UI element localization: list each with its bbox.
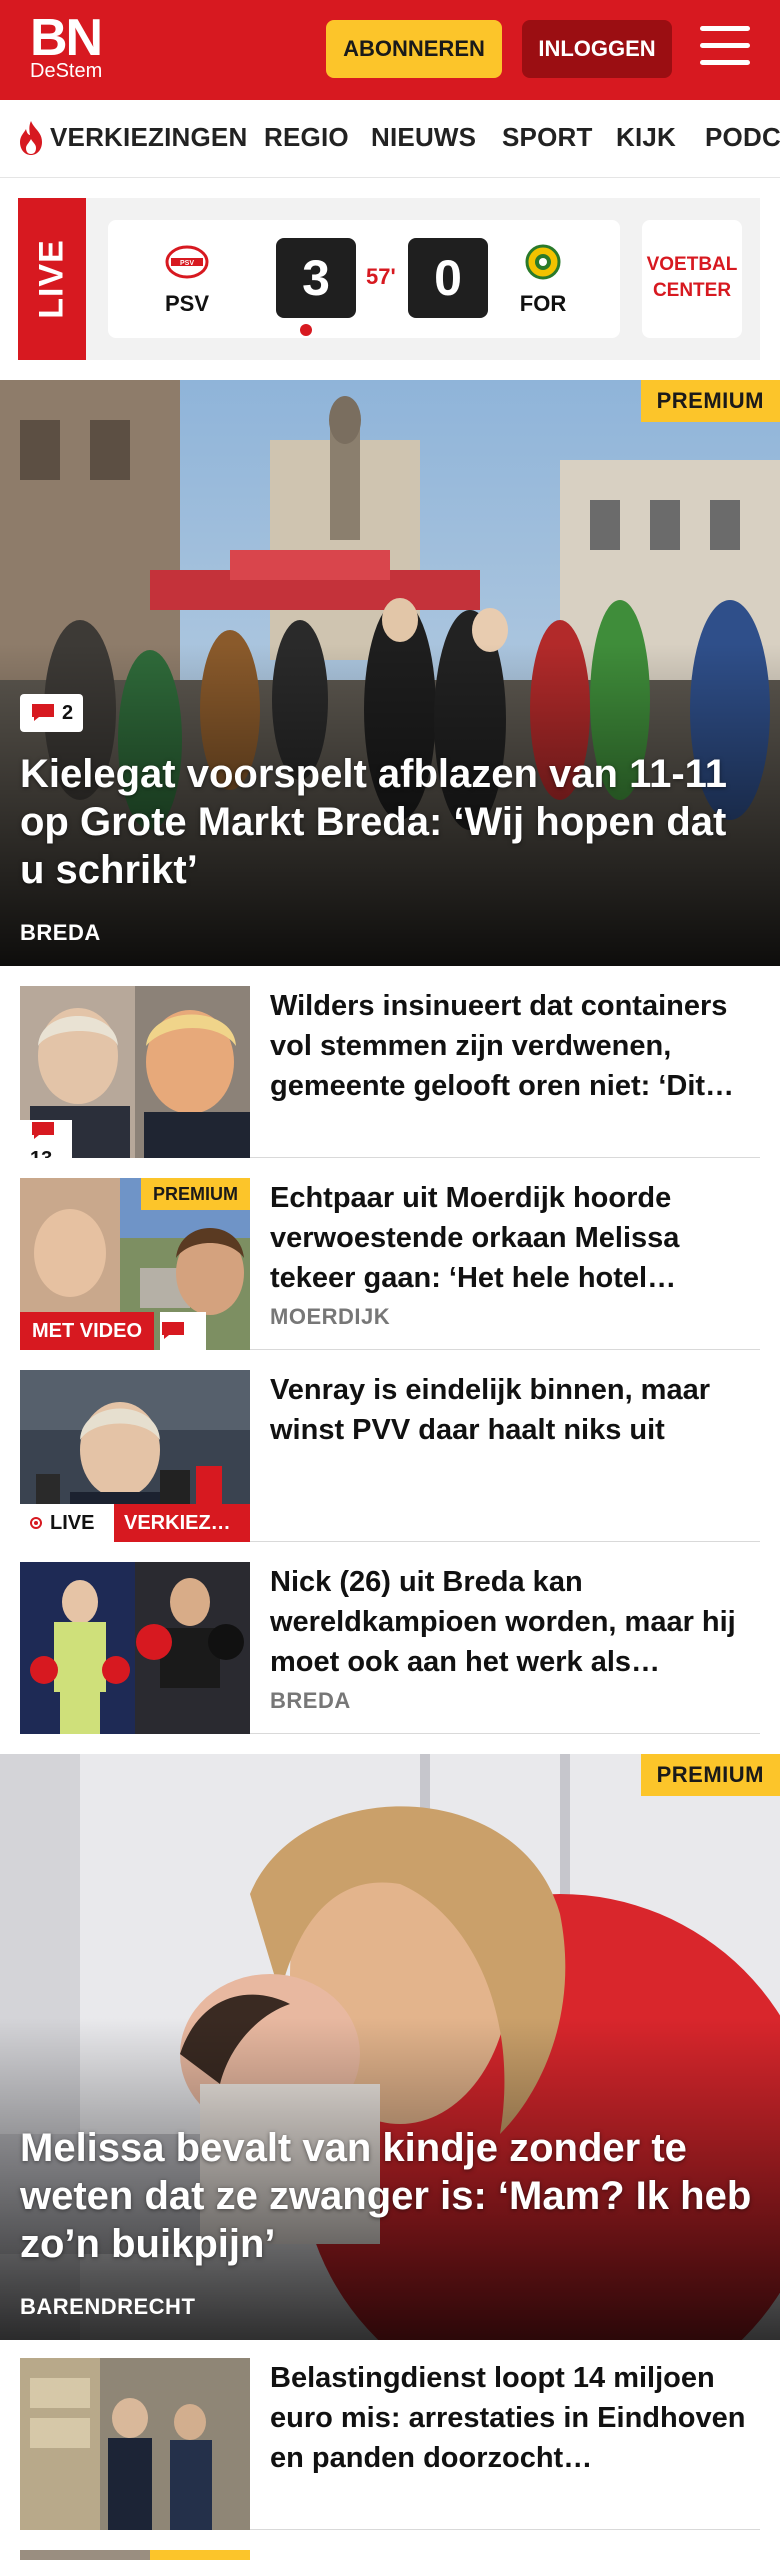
logo-sub: DeStem [30, 60, 103, 82]
comment-bubble-icon [32, 704, 54, 721]
article-thumbnail [20, 1562, 250, 1734]
nav-item-nieuws[interactable]: NIEUWS [371, 122, 476, 153]
login-button[interactable]: INLOGGEN [522, 20, 672, 78]
voetbal-center-link[interactable]: VOETBAL CENTER [642, 220, 742, 338]
article-category: BREDA [270, 1688, 351, 1713]
article-thumbnail: LIVE VERKIEZ… [20, 1370, 250, 1542]
score-card[interactable]: PSV PSV 3 57' 0 FOR [108, 220, 620, 338]
premium-badge: PREMIUM [141, 1178, 250, 1210]
hero-article[interactable]: PREMIUM Melissa bevalt van kindje zonder… [0, 1754, 780, 2340]
video-tag: MET VIDEO [20, 1312, 155, 1350]
live-indicator-dot [300, 324, 312, 336]
comment-count[interactable]: 2 [20, 694, 84, 732]
main-nav: VERKIEZINGEN REGIO NIEUWS SPORT KIJK POD… [0, 100, 780, 178]
article-thumbnail [20, 2550, 250, 2560]
live-dot-icon [30, 1517, 42, 1529]
hero-article[interactable]: PREMIUM 2 Kielegat voorspelt afblazen va… [0, 380, 780, 966]
list-item[interactable]: PREMIUM MET VIDEO Echtpaar uit Moerdijk … [20, 1178, 760, 1350]
comment-bubble-icon [162, 1322, 184, 1339]
match-minute: 57' [366, 264, 396, 289]
svg-text:PSV: PSV [180, 260, 194, 267]
comment-count[interactable]: 13 [20, 1120, 72, 1158]
fortuna-crest-icon [525, 244, 561, 280]
psv-crest-icon: PSV [165, 245, 209, 279]
site-logo[interactable]: BN DeStem [30, 9, 103, 82]
list-item[interactable]: Nick (26) uit Breda kan wereldkampioen w… [20, 1562, 760, 1734]
hero-category: BARENDRECHT [20, 2294, 196, 2319]
article-category: MOERDIJK [270, 1304, 391, 1329]
away-score: 0 [408, 238, 488, 318]
flame-icon [20, 121, 42, 155]
live-score-widget: LIVE PSV PSV 3 57' 0 FOR VOETBAL CENTER [18, 198, 760, 360]
logo-main: BN [30, 9, 103, 67]
hero-title[interactable]: Kielegat voorspelt afblazen van 11-11 op… [20, 750, 760, 894]
nav-item-podcasts[interactable]: PODC [705, 122, 780, 153]
list-item[interactable]: Belastingdienst loopt 14 miljoen euro mi… [20, 2358, 760, 2530]
hamburger-menu-icon[interactable] [700, 26, 752, 70]
comment-bubble-icon [32, 1122, 54, 1139]
nav-item-sport[interactable]: SPORT [502, 122, 593, 153]
list-item[interactable]: LIVE VERKIEZ… Venray is eindelijk binnen… [20, 1370, 760, 1542]
live-label-text: LIVE [50, 1512, 95, 1534]
article-title[interactable]: Echtpaar uit Moerdijk hoorde verwoestend… [270, 1178, 760, 1304]
article-thumbnail: PREMIUM MET VIDEO [20, 1178, 250, 1350]
article-thumbnail: 13 [20, 986, 250, 1158]
article-title[interactable]: Venray is eindelijk binnen, maar winst P… [270, 1370, 760, 1496]
article-thumbnail [20, 2358, 250, 2530]
home-team: PSV PSV [152, 244, 222, 317]
away-team: FOR [508, 244, 578, 317]
live-label: LIVE [20, 1504, 114, 1542]
comment-count[interactable] [160, 1312, 206, 1350]
home-team-abbr: PSV [164, 291, 210, 316]
nav-item-regio[interactable]: REGIO [264, 122, 349, 153]
nav-item-kijk[interactable]: KIJK [616, 122, 676, 153]
premium-badge: PREMIUM [640, 1754, 780, 1796]
article-title[interactable]: Wilders insinueert dat containers vol st… [270, 986, 760, 1112]
article-title[interactable]: Nick (26) uit Breda kan wereldkampioen w… [270, 1562, 760, 1688]
hero-title[interactable]: Melissa bevalt van kindje zonder te wete… [20, 2124, 760, 2268]
comment-count-value: 13 [30, 1148, 52, 1158]
nav-item-verkiezingen[interactable]: VERKIEZINGEN [50, 122, 247, 153]
home-score: 3 [276, 238, 356, 318]
site-header: BN DeStem ABONNEREN INLOGGEN [0, 0, 780, 100]
away-team-abbr: FOR [519, 291, 567, 316]
list-item[interactable]: 13 Wilders insinueert dat containers vol… [20, 986, 760, 1158]
article-title[interactable]: Belastingdienst loopt 14 miljoen euro mi… [270, 2358, 760, 2484]
list-item[interactable] [20, 2550, 760, 2560]
live-tag: LIVE [18, 198, 86, 360]
comment-count-value: 2 [62, 702, 74, 724]
premium-badge: PREMIUM [640, 380, 780, 422]
hero-category: BREDA [20, 920, 101, 945]
subscribe-button[interactable]: ABONNEREN [326, 20, 502, 78]
topic-label: VERKIEZ… [114, 1504, 250, 1542]
